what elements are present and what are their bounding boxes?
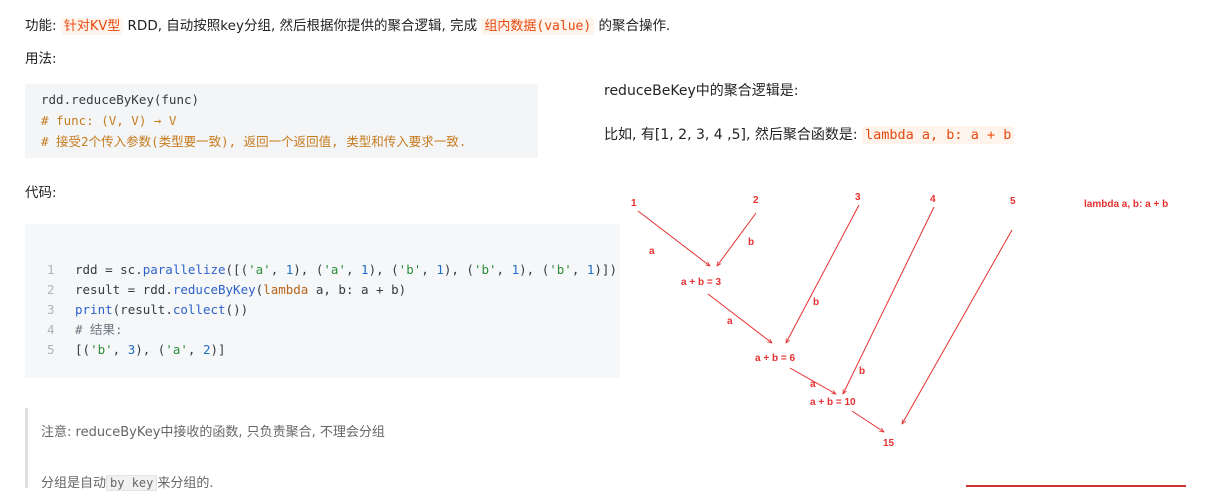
input-label: 5 (1010, 196, 1016, 207)
edge-1-to-step-1 (637, 210, 710, 266)
edge-step-1-to-step-2 (707, 293, 772, 343)
edge-step-3-to-result (851, 410, 884, 432)
edge-label: a (727, 316, 733, 327)
input-label: 3 (855, 192, 861, 203)
input-label: 4 (930, 194, 936, 205)
divider (966, 485, 1186, 487)
func-label: lambda a, b: a + b (1084, 199, 1168, 210)
edge-label: b (813, 297, 819, 308)
reduce-diagram: 1 2 3 4 5 lambda a, b: a + b a b a b a b… (631, 192, 1168, 449)
edge-4-to-step-3 (842, 206, 935, 394)
edge-3-to-step-2 (785, 204, 860, 343)
result-label: 15 (883, 438, 895, 449)
edge-5-to-result (902, 229, 1013, 424)
input-label: 1 (631, 198, 637, 209)
edge-label: a (649, 246, 655, 257)
edge-label: a (810, 379, 816, 390)
input-label: 2 (753, 195, 759, 206)
step-label: a + b = 6 (755, 353, 795, 364)
step-label: a + b = 10 (810, 397, 856, 408)
step-label: a + b = 3 (681, 277, 721, 288)
edge-label: b (859, 366, 865, 377)
edge-label: b (748, 237, 754, 248)
